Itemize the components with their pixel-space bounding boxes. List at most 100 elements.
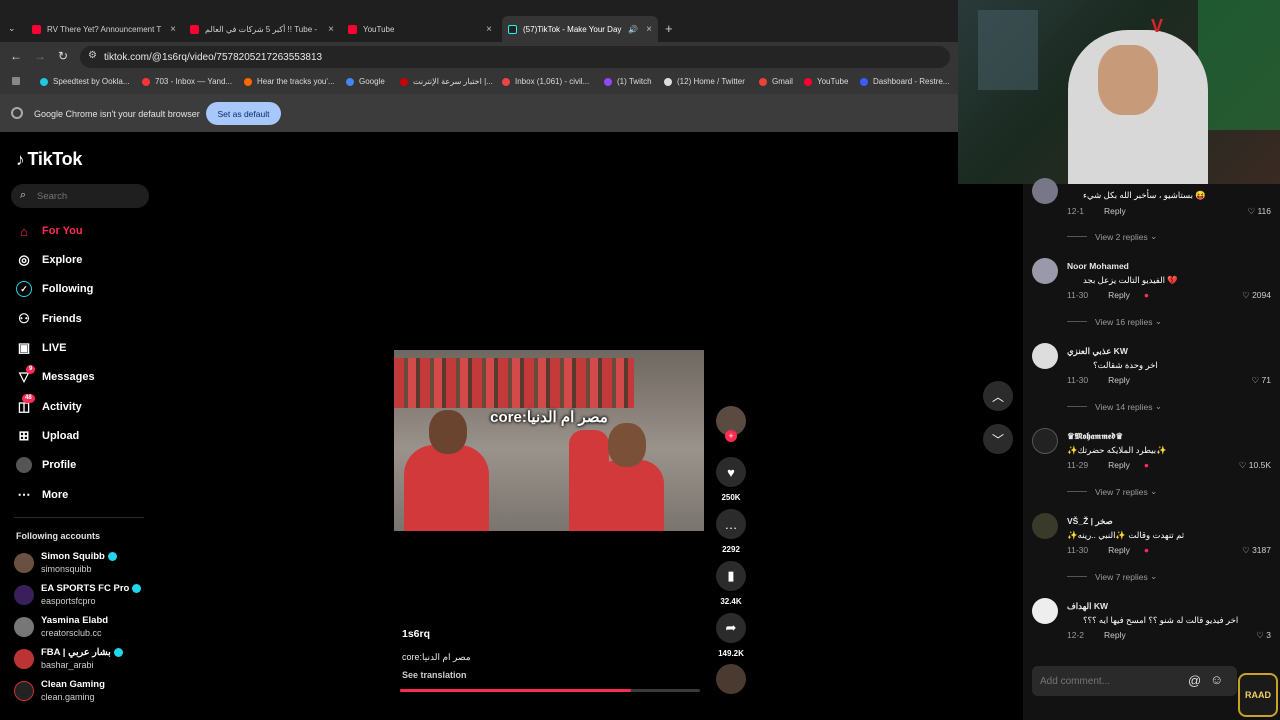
- forward-icon[interactable]: →: [34, 49, 46, 63]
- reload-icon[interactable]: ↻: [58, 49, 68, 63]
- search-field[interactable]: ⌕: [11, 184, 149, 208]
- browser-top-strip: [0, 0, 958, 16]
- following-account[interactable]: Simon Squibb simonsquibb: [14, 551, 117, 574]
- nav-upload[interactable]: ⊞ Upload: [16, 428, 80, 444]
- tab-tiktok[interactable]: (57)TikTok - Make Your Day 🔊 ×: [502, 16, 658, 42]
- account-name: Simon Squibb: [41, 551, 105, 562]
- set-default-button[interactable]: Set as default: [206, 102, 281, 125]
- reply-button[interactable]: Reply: [1104, 630, 1126, 640]
- site-info-icon[interactable]: ⚙: [88, 50, 97, 61]
- save-button[interactable]: ▮ 32.4K: [716, 561, 746, 606]
- heart-outline-icon: ♡: [1256, 630, 1267, 640]
- nav-explore[interactable]: ◎ Explore: [16, 252, 82, 268]
- nav-friends[interactable]: ⚇ Friends: [16, 311, 82, 327]
- following-account[interactable]: Yasmina Elabd creatorsclub.cc: [14, 615, 108, 638]
- comment-like-button[interactable]: ♡ 10.5K: [1239, 460, 1271, 471]
- next-video-button[interactable]: ﹀: [983, 424, 1013, 454]
- view-replies-button[interactable]: View 7 replies ⌄: [1067, 486, 1157, 497]
- bookmark-item[interactable]: Google: [346, 77, 385, 86]
- following-account[interactable]: Clean Gaming clean.gaming: [14, 679, 105, 702]
- youtube-icon: [32, 24, 41, 34]
- bookmark-item[interactable]: Speedtest by Ookla...: [40, 77, 130, 86]
- see-translation-link[interactable]: See translation: [402, 670, 467, 680]
- bookmark-item[interactable]: Dashboard - Restre...: [860, 77, 949, 86]
- bookmark-item[interactable]: (1) Twitch: [604, 77, 652, 86]
- close-icon[interactable]: ×: [328, 24, 334, 35]
- previous-video-button[interactable]: ︿: [983, 381, 1013, 411]
- reply-button[interactable]: Reply: [1104, 206, 1126, 216]
- author-avatar-button[interactable]: +: [716, 406, 746, 442]
- nav-profile[interactable]: Profile: [16, 457, 76, 473]
- sound-disc-button[interactable]: [716, 664, 746, 694]
- chrome-icon: [11, 107, 23, 119]
- bookmark-label: Hear the tracks you'...: [257, 77, 335, 86]
- tab-rv-there-yet[interactable]: RV There Yet? Announcement T ×: [26, 16, 182, 42]
- following-account[interactable]: EA SPORTS FC Pro easportsfcpro: [14, 583, 142, 606]
- reply-button[interactable]: Reply: [1108, 545, 1130, 555]
- reply-button[interactable]: Reply: [1108, 460, 1130, 470]
- comment-like-button[interactable]: ♡ 3: [1256, 630, 1271, 641]
- tab-youtube[interactable]: YouTube ×: [342, 16, 498, 42]
- view-replies-button[interactable]: View 2 replies ⌄: [1067, 231, 1157, 242]
- nav-activity[interactable]: ◫ 48 Activity: [16, 394, 82, 415]
- tiktok-icon: ♪: [16, 149, 25, 169]
- reply-button[interactable]: Reply: [1108, 290, 1130, 300]
- comment-username[interactable]: عذبي العنزي KW: [1067, 346, 1128, 357]
- video-overlay-text: core:مصر ام الدنيا: [490, 409, 608, 426]
- view-replies-button[interactable]: View 7 replies ⌄: [1067, 571, 1157, 582]
- bookmark-item[interactable]: YouTube: [804, 77, 848, 86]
- comment-like-button[interactable]: ♡ 71: [1252, 375, 1271, 386]
- comment-button[interactable]: … 2292: [716, 509, 746, 554]
- like-button[interactable]: ♥ 250K: [716, 457, 746, 502]
- video-author[interactable]: 1s6rq: [402, 628, 430, 640]
- new-tab-icon[interactable]: +: [665, 21, 673, 36]
- bookmark-item[interactable]: Inbox (1,061) - civil...: [502, 77, 589, 86]
- follow-plus-icon[interactable]: +: [725, 430, 737, 442]
- bookmark-item[interactable]: (12) Home / Twitter: [664, 77, 745, 86]
- comment-like-button[interactable]: ♡ 2094: [1242, 290, 1271, 301]
- bookmark-item[interactable]: اختبار سرعة الإنترنت |...: [400, 77, 493, 86]
- tab-bar: ⌄ RV There Yet? Announcement T × أكبر 5 ش…: [0, 16, 958, 42]
- close-icon[interactable]: ×: [646, 24, 652, 35]
- bookmark-item[interactable]: Hear the tracks you'...: [244, 77, 335, 86]
- add-comment-input[interactable]: [1040, 673, 1180, 689]
- close-icon[interactable]: ×: [170, 24, 176, 35]
- add-comment-box[interactable]: @ ☺: [1032, 666, 1237, 696]
- bookmark-item[interactable]: 703 - Inbox — Yand...: [142, 77, 232, 86]
- back-icon[interactable]: ←: [10, 49, 22, 63]
- reply-button[interactable]: Reply: [1108, 375, 1130, 385]
- comment-username[interactable]: VŠ_Ž | صخر: [1067, 516, 1113, 527]
- view-replies-button[interactable]: View 16 replies ⌄: [1067, 316, 1162, 327]
- comment-like-button[interactable]: ♡ 116: [1247, 206, 1271, 217]
- creator-liked-icon: ●: [1143, 545, 1149, 555]
- tab-companies[interactable]: أكبر 5 شركات في العالم !! Tube - ×: [184, 16, 340, 42]
- comment-like-button[interactable]: ♡ 3187: [1242, 545, 1271, 556]
- emoji-icon[interactable]: ☺: [1210, 672, 1223, 687]
- nav-more[interactable]: ⋯ More: [16, 487, 69, 503]
- close-icon[interactable]: ×: [486, 24, 492, 35]
- nav-label: Messages: [42, 371, 95, 383]
- comment-text: ✨بيطرد الملايكه حضرتك✨: [1067, 445, 1167, 455]
- video-player[interactable]: core:مصر ام الدنيا: [394, 350, 704, 531]
- search-input[interactable]: [37, 188, 142, 204]
- nav-live[interactable]: ▣ LIVE: [16, 340, 67, 356]
- share-button[interactable]: ➦ 149.2K: [716, 613, 746, 658]
- bookmark-item[interactable]: Gmail: [759, 77, 793, 86]
- speaker-icon[interactable]: 🔊: [628, 25, 638, 34]
- nav-for-you[interactable]: ⌂ For You: [16, 223, 82, 239]
- messages-badge: 9: [26, 365, 36, 374]
- comment-username[interactable]: Noor Mohamed: [1067, 261, 1129, 271]
- mention-icon[interactable]: @: [1188, 673, 1201, 688]
- following-account[interactable]: FBA | بشار عربي bashar_arabi: [14, 647, 123, 670]
- progress-track[interactable]: [400, 689, 700, 692]
- comment-username[interactable]: الهداف KW: [1067, 601, 1108, 612]
- bookmark-apps[interactable]: [12, 77, 25, 85]
- comment-username[interactable]: ♛𝕸𝖔𝖍𝖆𝖒𝖒𝖊𝖉♛: [1067, 431, 1123, 442]
- url-field[interactable]: ⚙ tiktok.com/@1s6rq/video/75782052172635…: [80, 46, 950, 68]
- account-name: FBA | بشار عربي: [41, 647, 111, 658]
- nav-following[interactable]: ✓ Following: [16, 281, 93, 297]
- tab-search-icon[interactable]: ⌄: [8, 23, 16, 34]
- view-replies-button[interactable]: View 14 replies ⌄: [1067, 401, 1162, 412]
- nav-messages[interactable]: ▽ 9 Messages: [16, 365, 95, 385]
- tiktok-logo[interactable]: ♪ TikTok: [16, 149, 82, 170]
